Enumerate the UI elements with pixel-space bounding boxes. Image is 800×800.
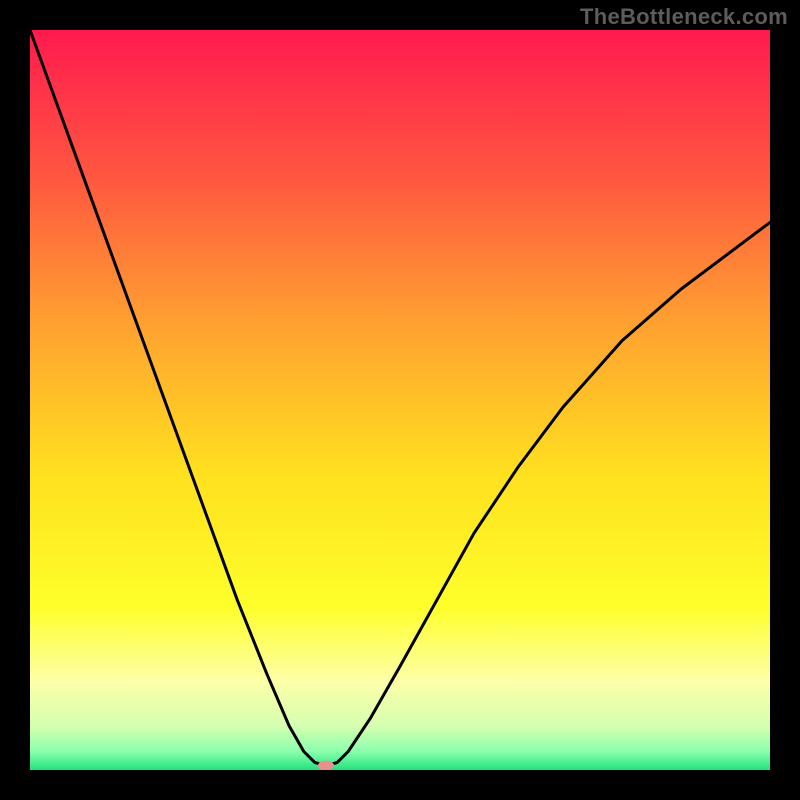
gradient-background — [30, 30, 770, 770]
bottleneck-chart — [30, 30, 770, 770]
chart-frame: TheBottleneck.com — [0, 0, 800, 800]
watermark-text: TheBottleneck.com — [580, 4, 788, 30]
